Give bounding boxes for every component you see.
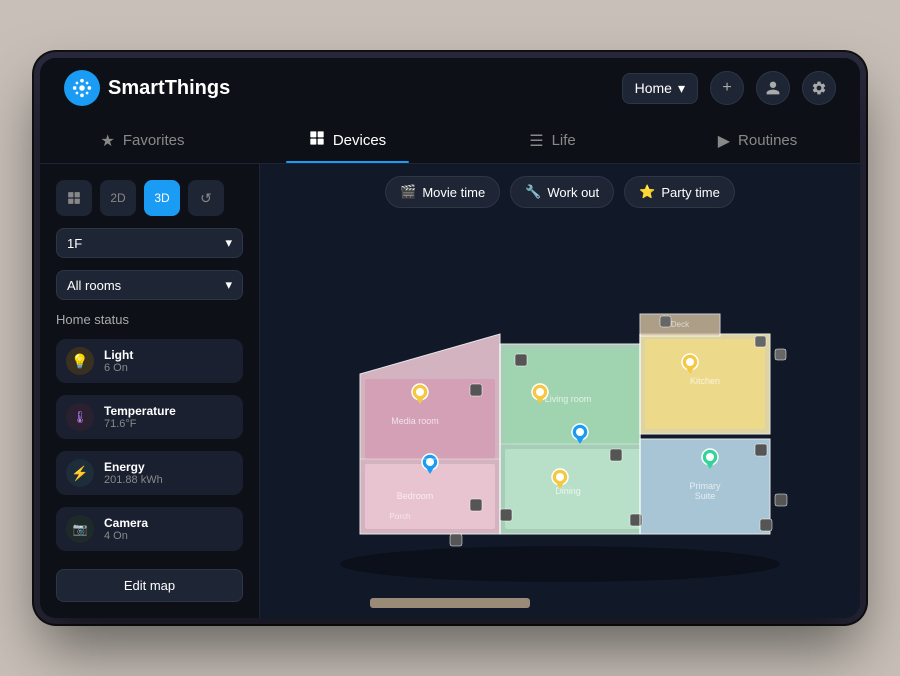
tab-routines-label: Routines — [738, 132, 797, 149]
svg-text:Bedroom: Bedroom — [397, 491, 434, 501]
app-shell: SmartThings Home ▾ + ★ Favorites — [40, 58, 860, 618]
app-title: SmartThings — [108, 77, 230, 100]
movie-time-button[interactable]: 🎬 Movie time — [385, 176, 500, 208]
header-controls: Home ▾ + — [622, 71, 836, 105]
floor-label: 1F — [67, 236, 82, 251]
floor-map-container: Media room Bedroom Living room Dining Ki… — [260, 220, 860, 618]
party-label: Party time — [661, 185, 720, 200]
svg-text:Living room: Living room — [545, 394, 592, 404]
home-selector[interactable]: Home ▾ — [622, 73, 698, 104]
movie-icon: 🎬 — [400, 184, 416, 200]
camera-info: Camera 4 On — [104, 516, 233, 542]
3d-label: 3D — [154, 191, 169, 205]
nav-tabs: ★ Favorites Devices ☰ Life ▶ Routines — [40, 118, 860, 164]
status-item-light[interactable]: 💡 Light 6 On — [56, 339, 243, 383]
energy-icon: ⚡ — [66, 459, 94, 487]
light-info: Light 6 On — [104, 348, 233, 374]
movie-label: Movie time — [422, 185, 485, 200]
floor-arrow: ▾ — [225, 235, 232, 251]
svg-text:Primary: Primary — [690, 481, 721, 491]
map-area: 🎬 Movie time 🔧 Work out ⭐ Party time — [260, 164, 860, 618]
tab-favorites-label: Favorites — [123, 132, 185, 149]
room-arrow: ▾ — [225, 277, 232, 293]
workout-icon: 🔧 — [525, 184, 541, 200]
add-button[interactable]: + — [710, 71, 744, 105]
energy-name: Energy — [104, 460, 233, 474]
tab-devices[interactable]: Devices — [245, 118, 450, 163]
history-icon: ↺ — [200, 190, 212, 207]
status-item-camera[interactable]: 📷 Camera 4 On — [56, 507, 243, 551]
3d-view-button[interactable]: 3D — [144, 180, 180, 216]
temp-value: 71.6°F — [104, 418, 233, 430]
tv-frame: SmartThings Home ▾ + ★ Favorites — [40, 58, 860, 618]
svg-text:Porch: Porch — [390, 512, 411, 521]
smartthings-logo-icon — [64, 70, 100, 106]
room-label: All rooms — [67, 278, 121, 293]
main-content: 2D 3D ↺ 1F ▾ All rooms — [40, 164, 860, 618]
view-controls: 2D 3D ↺ — [56, 180, 243, 216]
tab-favorites[interactable]: ★ Favorites — [40, 118, 245, 163]
2d-view-button[interactable]: 2D — [100, 180, 136, 216]
floor-plan-svg: Media room Bedroom Living room Dining Ki… — [300, 254, 820, 584]
home-selector-label: Home — [635, 80, 672, 96]
floor-selector[interactable]: 1F ▾ — [56, 228, 243, 258]
tab-routines[interactable]: ▶ Routines — [655, 118, 860, 163]
grid-view-button[interactable] — [56, 180, 92, 216]
camera-value: 4 On — [104, 530, 233, 542]
party-time-button[interactable]: ⭐ Party time — [624, 176, 735, 208]
svg-text:Suite: Suite — [695, 491, 716, 501]
home-status-label: Home status — [56, 312, 243, 327]
2d-label: 2D — [110, 191, 125, 205]
light-icon: 💡 — [66, 347, 94, 375]
header: SmartThings Home ▾ + — [40, 58, 860, 118]
status-item-energy[interactable]: ⚡ Energy 201.88 kWh — [56, 451, 243, 495]
workout-label: Work out — [547, 185, 599, 200]
status-item-temp[interactable]: 🌡 Temperature 71.6°F — [56, 395, 243, 439]
history-view-button[interactable]: ↺ — [188, 180, 224, 216]
profile-button[interactable] — [756, 71, 790, 105]
home-selector-arrow: ▾ — [678, 80, 685, 97]
scene-buttons: 🎬 Movie time 🔧 Work out ⭐ Party time — [260, 164, 860, 220]
camera-name: Camera — [104, 516, 233, 530]
svg-text:Kitchen: Kitchen — [690, 376, 720, 386]
light-value: 6 On — [104, 362, 233, 374]
life-icon: ☰ — [529, 131, 543, 151]
light-name: Light — [104, 348, 233, 362]
svg-text:Deck: Deck — [671, 320, 690, 329]
room-selector[interactable]: All rooms ▾ — [56, 270, 243, 300]
logo-area: SmartThings — [64, 70, 622, 106]
tv-stand — [370, 598, 530, 608]
temp-icon: 🌡 — [66, 403, 94, 431]
favorites-icon: ★ — [100, 131, 114, 151]
sidebar: 2D 3D ↺ 1F ▾ All rooms — [40, 164, 260, 618]
workout-button[interactable]: 🔧 Work out — [510, 176, 614, 208]
svg-text:Media room: Media room — [391, 416, 439, 426]
temp-name: Temperature — [104, 404, 233, 418]
energy-info: Energy 201.88 kWh — [104, 460, 233, 486]
temp-info: Temperature 71.6°F — [104, 404, 233, 430]
party-icon: ⭐ — [639, 184, 655, 200]
edit-map-button[interactable]: Edit map — [56, 569, 243, 602]
tab-life[interactable]: ☰ Life — [450, 118, 655, 163]
tab-devices-label: Devices — [333, 132, 386, 149]
camera-icon: 📷 — [66, 515, 94, 543]
routines-icon: ▶ — [718, 131, 730, 151]
tab-life-label: Life — [552, 132, 576, 149]
energy-value: 201.88 kWh — [104, 474, 233, 486]
devices-icon — [309, 130, 325, 151]
settings-button[interactable] — [802, 71, 836, 105]
